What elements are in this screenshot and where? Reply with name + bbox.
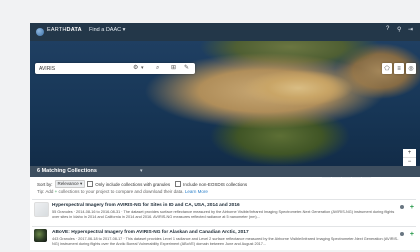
collection-thumbnail	[34, 229, 47, 242]
login-icon[interactable]: ⇥	[408, 26, 413, 33]
tip-label: Tip:	[37, 189, 45, 194]
non-eosdis-checkbox-label: Include non-EOSDIS collections	[183, 181, 248, 187]
non-eosdis-checkbox[interactable]	[175, 181, 182, 187]
help-icon[interactable]: ?	[386, 26, 389, 32]
top-nav-bar: EARTHDATA Find a DAAC ▾ ? ⚲ ⇥	[30, 23, 420, 41]
layers-icon[interactable]: ≡	[394, 63, 404, 74]
collection-title[interactable]: Hyperspectral Imagery from AVIRIS-NG for…	[52, 203, 240, 208]
collection-title[interactable]: ABoVE: Hyperspectral Imagery from AVIRIS…	[52, 230, 249, 235]
collection-item[interactable]: ABoVE: Hyperspectral Imagery from AVIRIS…	[32, 226, 416, 250]
zoom-control: + −	[403, 149, 416, 167]
collection-item[interactable]: Hyperspectral Imagery from AVIRIS-NG for…	[32, 199, 416, 226]
collection-description: 443 Granules · 2017-06-18 to 2017-08-17 …	[52, 237, 399, 246]
learn-more-link[interactable]: Learn More	[185, 189, 208, 194]
filter-icon[interactable]: ⊞	[171, 65, 176, 72]
search-input[interactable]	[39, 64, 119, 73]
map-tool-group: ⬠ ≡ ◎	[382, 63, 416, 74]
account-icon[interactable]: ⚲	[397, 26, 401, 33]
results-header: 6 Matching Collections ▾	[30, 166, 420, 177]
sort-filter-row: Sort by: Relevance ▾ Only include collec…	[37, 180, 247, 188]
app-window: EARTHDATA Find a DAAC ▾ ? ⚲ ⇥ ⚙ ▾ ⌕ ⊞ ✎ …	[30, 23, 420, 250]
info-icon[interactable]	[400, 205, 404, 209]
settings-icon[interactable]: ⚙	[133, 65, 138, 72]
projection-icon[interactable]: ◎	[406, 63, 416, 74]
granules-checkbox[interactable]	[87, 181, 94, 187]
spatial-pin-icon[interactable]: ✎	[184, 65, 189, 72]
collection-thumbnail	[34, 202, 49, 217]
sort-label: Sort by:	[37, 181, 53, 187]
chevron-down-icon[interactable]: ▾	[141, 65, 144, 72]
tip-row: Tip: Add + collections to your project t…	[37, 189, 208, 194]
collapse-icon[interactable]: ▾	[140, 168, 143, 174]
granules-checkbox-label: Only include collections with granules	[95, 181, 171, 187]
earthdata-logo-icon[interactable]	[36, 28, 44, 36]
map-view[interactable]: ⚙ ▾ ⌕ ⊞ ✎ ⬠ ≡ ◎ + − ◐ ● ◑ ⌂ ▦	[30, 41, 420, 178]
sort-select[interactable]: Relevance ▾	[54, 180, 86, 188]
results-count-title: 6 Matching Collections	[37, 168, 97, 174]
add-icon: +	[54, 189, 58, 194]
tip-text: collections to your project to compare a…	[58, 189, 184, 194]
search-icon[interactable]: ⌕	[156, 65, 159, 72]
search-bar: ⚙ ▾ ⌕ ⊞ ✎	[35, 63, 195, 74]
brand-title[interactable]: EARTHDATA	[47, 27, 82, 33]
draw-polygon-icon[interactable]: ⬠	[382, 63, 392, 74]
tip-prefix: Add	[45, 189, 54, 194]
find-daac-menu[interactable]: Find a DAAC ▾	[89, 27, 125, 33]
zoom-in-button[interactable]: +	[403, 149, 416, 158]
info-icon[interactable]	[400, 232, 404, 236]
add-to-project-button[interactable]: +	[410, 231, 414, 238]
add-to-project-button[interactable]: +	[410, 204, 414, 211]
collection-description: 55 Granules · 2014-08-16 to 2016-08-31 ·…	[52, 210, 395, 219]
